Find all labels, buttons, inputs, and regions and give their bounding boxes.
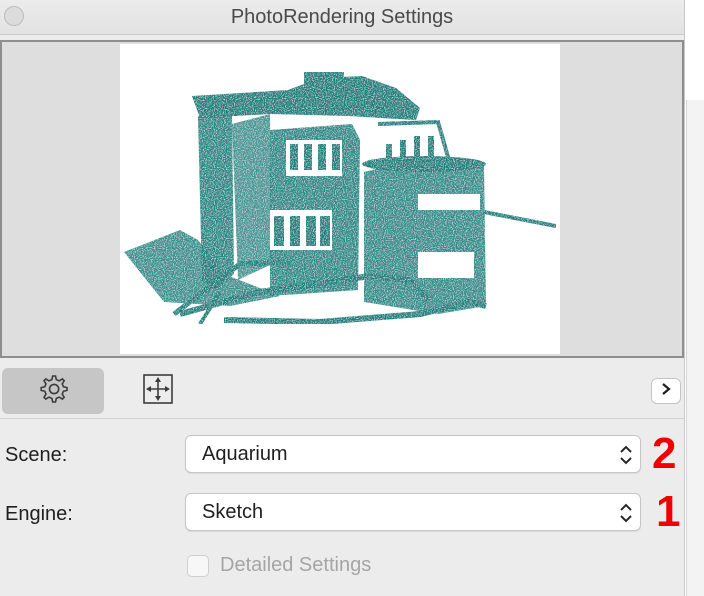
scene-annotation-number: 2 [652, 429, 677, 478]
size-tab-button[interactable] [107, 368, 209, 414]
engine-select[interactable]: Sketch [185, 493, 641, 531]
preview-frame [0, 40, 684, 358]
up-down-chevron-icon [618, 502, 634, 524]
detailed-settings-checkbox[interactable] [187, 555, 209, 577]
detailed-settings-label: Detailed Settings [220, 554, 372, 576]
scene-select-value: Aquarium [202, 443, 288, 465]
photorendering-settings-window: PhotoRendering Settings Scene: Aquarium … [0, 0, 685, 596]
engine-label: Engine: [5, 503, 73, 525]
title-bar: PhotoRendering Settings [0, 0, 684, 35]
background-window-edge [686, 100, 704, 596]
sketch-house-illustration [124, 72, 557, 326]
next-panel-button[interactable] [651, 378, 681, 404]
gear-icon [36, 372, 70, 411]
engine-select-value: Sketch [202, 501, 264, 523]
window-title: PhotoRendering Settings [230, 6, 454, 28]
scene-select[interactable]: Aquarium [185, 435, 641, 473]
resize-arrows-icon [141, 372, 175, 411]
chevron-right-icon [660, 382, 672, 401]
panel-toolbar [0, 364, 684, 419]
settings-tab-button[interactable] [2, 368, 104, 414]
scene-label: Scene: [5, 444, 68, 466]
engine-annotation-number: 1 [656, 487, 681, 536]
up-down-chevron-icon [618, 444, 634, 466]
render-preview-image [120, 44, 560, 354]
